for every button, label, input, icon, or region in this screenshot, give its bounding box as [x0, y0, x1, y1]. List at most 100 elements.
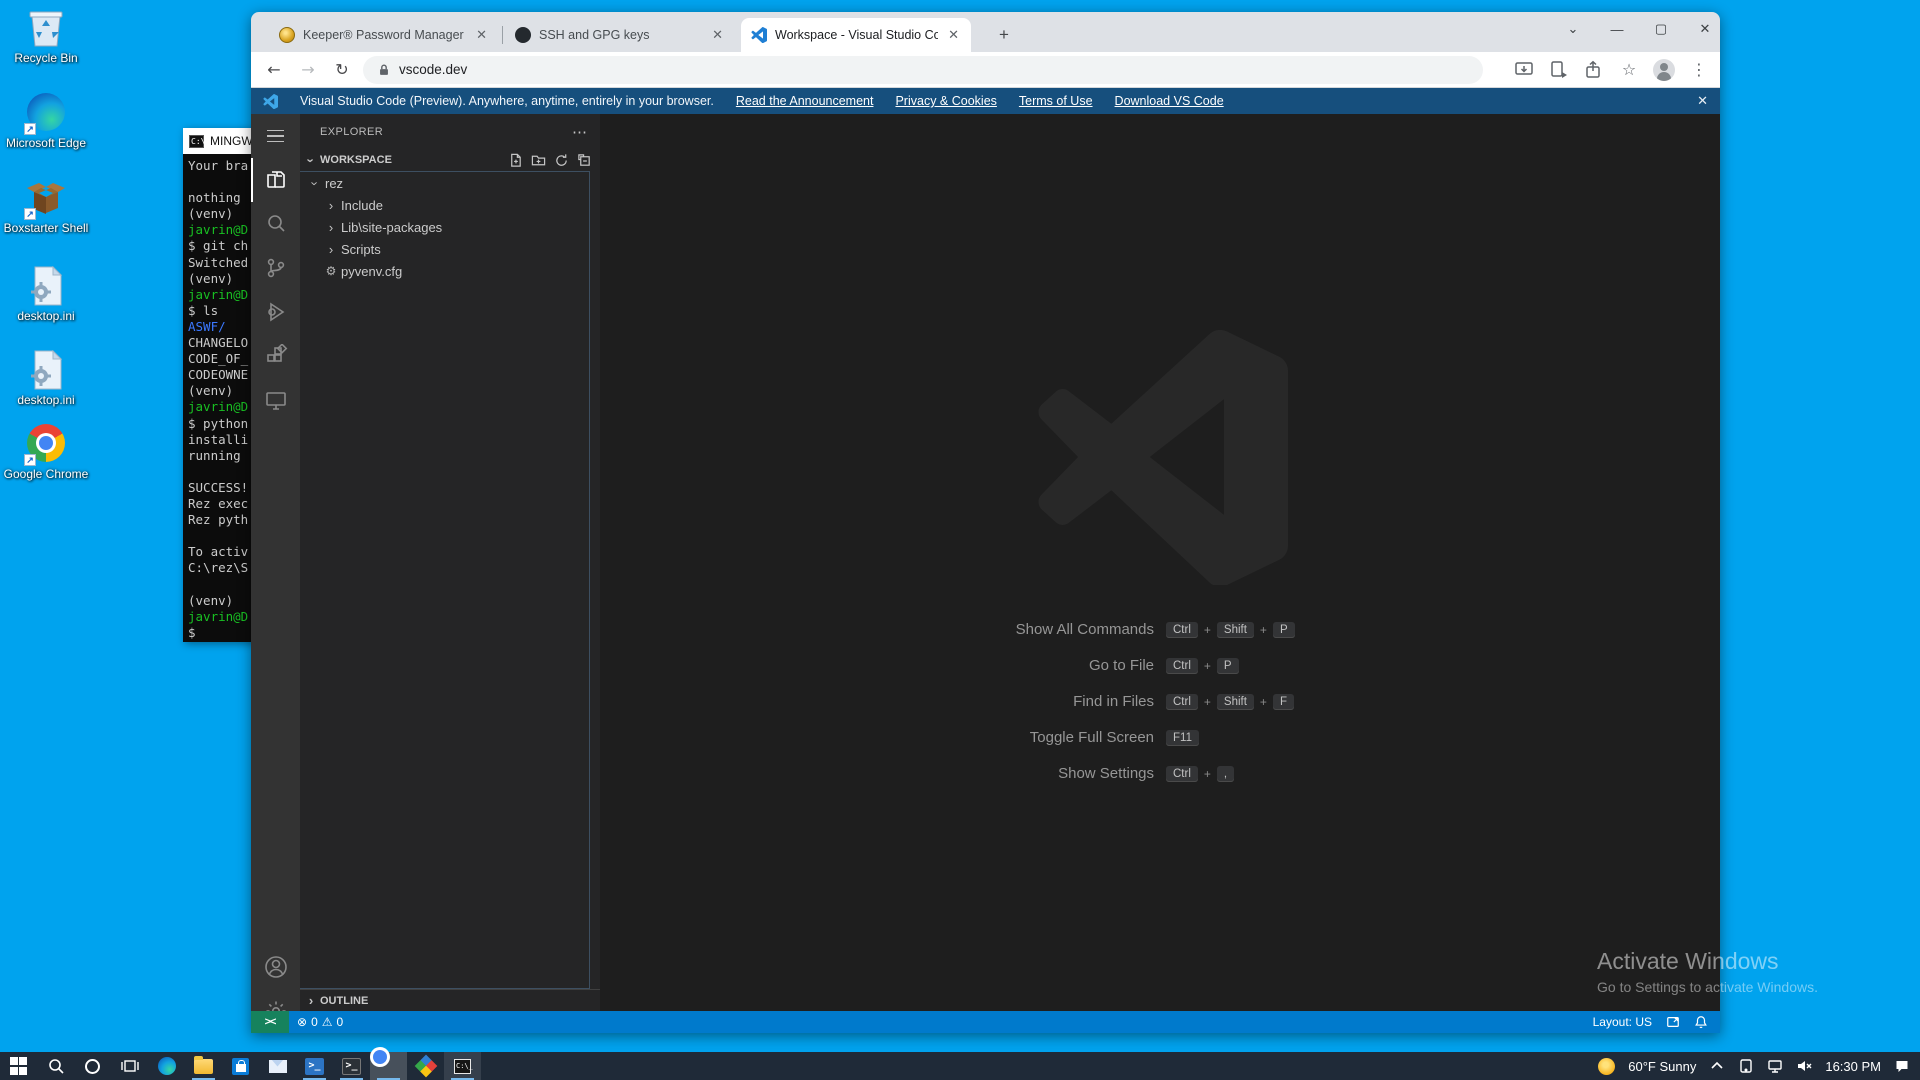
explorer-more-icon[interactable]: ⋯	[572, 123, 588, 141]
bookmark-star-icon[interactable]: ☆	[1618, 59, 1640, 81]
desktop-icon-desktop-ini-2[interactable]: desktop.ini	[2, 349, 90, 407]
workspace-label: WORKSPACE	[320, 154, 392, 166]
close-button[interactable]: ✕	[1696, 21, 1714, 37]
tab-close-icon[interactable]: ✕	[474, 27, 489, 43]
run-debug-activity-icon[interactable]	[251, 290, 300, 334]
taskbar-chrome-icon[interactable]	[370, 1052, 407, 1080]
taskbar-edge-icon[interactable]	[148, 1052, 185, 1080]
problems-status[interactable]: ⊗ 0 ⚠ 0	[289, 1011, 351, 1033]
taskbar-cmd-icon[interactable]: C:\_	[444, 1052, 481, 1080]
chevron-right-icon: ›	[328, 241, 334, 257]
shortcut-row: Show All Commands Ctrl + Shift + P	[600, 618, 1720, 641]
layout-status[interactable]: Layout: US	[1593, 1015, 1652, 1029]
tree-item-scripts[interactable]: › Scripts	[300, 238, 589, 260]
outline-panel-header[interactable]: › OUTLINE	[300, 989, 600, 1011]
source-control-activity-icon[interactable]	[251, 246, 300, 290]
tree-item-label: Include	[341, 197, 383, 213]
ini-file-icon	[26, 349, 66, 390]
layout-switch-icon[interactable]	[1666, 1015, 1680, 1029]
maximize-button[interactable]: ▢	[1652, 21, 1670, 37]
tab-close-icon[interactable]: ✕	[710, 27, 725, 43]
taskbar-mail-icon[interactable]	[259, 1052, 296, 1080]
forward-button[interactable]: →	[295, 57, 321, 83]
key-chip: Shift	[1216, 621, 1254, 638]
tab-keeper[interactable]: Keeper® Password Manager & D ✕	[269, 18, 499, 52]
taskbar-diamond-app-icon[interactable]	[407, 1052, 444, 1080]
weather-text[interactable]: 60°F Sunny	[1628, 1059, 1696, 1074]
taskbar-powershell-dark-icon[interactable]: >_	[333, 1052, 370, 1080]
taskbar-powershell-icon[interactable]: >_	[296, 1052, 333, 1080]
refresh-explorer-icon[interactable]	[554, 153, 569, 168]
taskbar-task-view-icon[interactable]	[111, 1052, 148, 1080]
action-center-icon[interactable]	[1894, 1058, 1910, 1074]
tab-search-icon[interactable]: ⌄	[1564, 21, 1582, 37]
key-chip: P	[1216, 657, 1239, 674]
tab-title: Keeper® Password Manager & D	[303, 28, 466, 42]
shortcut-command-label[interactable]: Find in Files	[834, 693, 1154, 710]
tree-item-lib-site-packages[interactable]: › Lib\site-packages	[300, 216, 589, 238]
chevron-right-icon: ›	[308, 993, 314, 1008]
reload-button[interactable]: ↻	[329, 57, 355, 83]
clock[interactable]: 16:30 PM	[1825, 1059, 1881, 1074]
send-to-device-icon[interactable]	[1548, 59, 1570, 81]
taskbar-file-explorer-icon[interactable]	[185, 1052, 222, 1080]
key-chip: P	[1272, 621, 1295, 638]
weather-sun-icon[interactable]	[1598, 1057, 1616, 1075]
shortcut-command-label[interactable]: Show All Commands	[834, 621, 1154, 638]
tab-vscode-active[interactable]: Workspace - Visual Studio Code ✕	[741, 18, 971, 52]
browser-menu-icon[interactable]: ⋮	[1688, 59, 1710, 81]
ini-file-icon	[26, 265, 66, 306]
taskbar-cortana-icon[interactable]	[74, 1052, 111, 1080]
shortcut-command-label[interactable]: Toggle Full Screen	[834, 729, 1154, 746]
banner-close-icon[interactable]: ✕	[1697, 93, 1708, 109]
tab-close-icon[interactable]: ✕	[946, 27, 961, 43]
remote-explorer-activity-icon[interactable]	[251, 378, 300, 422]
desktop-icon-boxstarter[interactable]: ↗ Boxstarter Shell	[2, 178, 90, 235]
tree-item-label: Lib\site-packages	[341, 219, 443, 235]
desktop-icon-desktop-ini-1[interactable]: desktop.ini	[2, 265, 90, 323]
show-hidden-icons-chevron[interactable]	[1709, 1058, 1725, 1074]
profile-avatar[interactable]	[1653, 58, 1675, 81]
meet-now-icon[interactable]	[1738, 1058, 1754, 1074]
tree-item-include[interactable]: › Include	[300, 194, 589, 216]
network-icon[interactable]	[1767, 1058, 1783, 1074]
new-tab-button[interactable]: +	[991, 22, 1017, 48]
banner-link-announcement[interactable]: Read the Announcement	[736, 94, 874, 108]
extensions-activity-icon[interactable]	[251, 334, 300, 378]
banner-link-download[interactable]: Download VS Code	[1115, 94, 1224, 108]
new-folder-icon[interactable]	[531, 153, 546, 168]
shortcut-command-label[interactable]: Show Settings	[834, 765, 1154, 782]
chevron-down-icon: ›	[303, 157, 319, 163]
menu-hamburger-icon[interactable]	[251, 114, 300, 158]
tab-github[interactable]: SSH and GPG keys ✕	[505, 18, 735, 52]
shortcut-command-label[interactable]: Go to File	[834, 657, 1154, 674]
tree-item-rez[interactable]: › rez	[300, 172, 589, 194]
explorer-activity-icon[interactable]	[251, 158, 300, 202]
back-button[interactable]: ←	[261, 57, 287, 83]
search-activity-icon[interactable]	[251, 202, 300, 246]
collapse-folders-icon[interactable]	[577, 153, 592, 168]
install-app-icon[interactable]	[1513, 59, 1535, 81]
keeper-favicon	[279, 27, 295, 43]
taskbar-store-icon[interactable]	[222, 1052, 259, 1080]
address-bar[interactable]: vscode.dev	[363, 55, 1483, 84]
volume-muted-icon[interactable]	[1796, 1058, 1812, 1074]
tree-item-pyvenv-cfg[interactable]: ⚙ pyvenv.cfg	[300, 260, 589, 282]
new-file-icon[interactable]	[508, 153, 523, 168]
start-button[interactable]	[0, 1052, 37, 1080]
minimize-button[interactable]: —	[1608, 22, 1626, 37]
workspace-section-header[interactable]: › WORKSPACE	[300, 149, 600, 171]
share-icon[interactable]	[1583, 59, 1605, 81]
desktop-icon-edge[interactable]: ↗ Microsoft Edge	[2, 93, 90, 150]
desktop-icon-recycle-bin[interactable]: Recycle Bin	[2, 8, 90, 65]
banner-link-privacy[interactable]: Privacy & Cookies	[895, 94, 996, 108]
accounts-icon[interactable]	[251, 945, 300, 989]
tab-strip: Keeper® Password Manager & D ✕ SSH and G…	[251, 12, 1720, 52]
remote-indicator[interactable]: ><	[251, 1011, 289, 1033]
notifications-bell-icon[interactable]	[1694, 1015, 1708, 1029]
banner-link-terms[interactable]: Terms of Use	[1019, 94, 1093, 108]
activate-windows-watermark: Activate Windows Go to Settings to activ…	[1597, 948, 1818, 995]
taskbar-search-icon[interactable]	[37, 1052, 74, 1080]
desktop-icon-chrome[interactable]: ↗ Google Chrome	[2, 424, 90, 481]
system-tray: 60°F Sunny 16:30 PM	[1598, 1057, 1920, 1075]
